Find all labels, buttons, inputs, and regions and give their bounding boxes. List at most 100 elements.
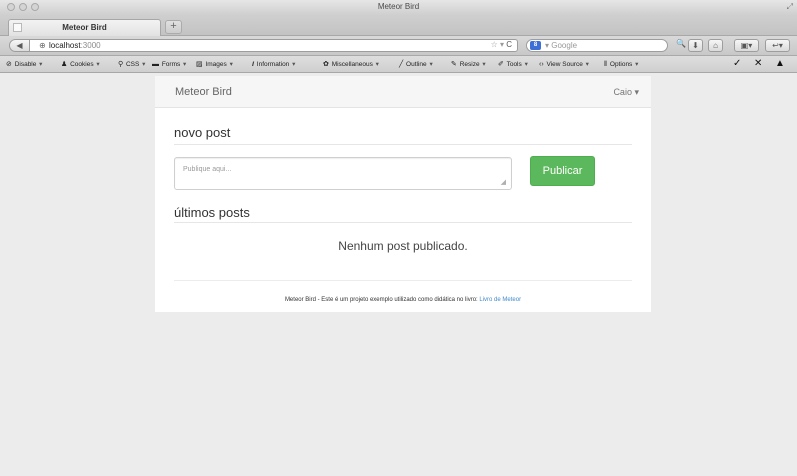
dev-menu-label: View Source xyxy=(546,61,583,68)
search-placeholder: Google xyxy=(551,41,578,50)
dev-menu-label: Options xyxy=(609,61,633,68)
window-title: Meteor Bird xyxy=(377,2,420,11)
gear-icon: ✿ xyxy=(323,61,329,68)
chevron-down-icon: ▾ xyxy=(94,61,100,68)
chevron-down-icon: ▾ xyxy=(480,61,486,68)
fullscreen-icon[interactable]: ⤢ xyxy=(787,2,793,12)
dev-menu-forms[interactable]: ▬ Forms ▾ xyxy=(152,60,186,68)
home-icon: ⌂ xyxy=(713,41,718,50)
dev-menu-information[interactable]: 𝒊 Information ▾ xyxy=(252,60,295,69)
sidebar-icon: ▣▾ xyxy=(740,41,753,50)
post-textarea[interactable]: Publique aqui... ◢ xyxy=(174,157,512,190)
new-post-heading: novo post xyxy=(174,125,231,140)
reload-icon[interactable]: C xyxy=(506,40,512,49)
footer: Meteor Bird - Este é um projeto exemplo … xyxy=(155,297,651,303)
chevron-down-icon: ▾ xyxy=(290,61,296,68)
search-engine-icon[interactable]: 8 xyxy=(530,41,541,50)
dev-menu-resize[interactable]: ✎ Resize ▾ xyxy=(451,60,486,68)
options-icon: ⦀ xyxy=(604,61,608,68)
close-icon[interactable]: ✕ xyxy=(754,58,762,69)
warning-icon[interactable]: ▲ xyxy=(775,58,785,69)
home-button[interactable]: ⌂ xyxy=(708,39,723,52)
chevron-down-icon: ▾ xyxy=(37,61,43,68)
new-tab-button[interactable]: + xyxy=(165,20,182,34)
dev-menu-images[interactable]: ▨ Images ▾ xyxy=(196,60,233,68)
view-source-icon: ‹› xyxy=(539,61,544,68)
dev-menu-css[interactable]: ⚲ CSS ▾ xyxy=(118,60,145,68)
dev-menu-label: Miscellaneous xyxy=(331,61,373,68)
search-input[interactable]: ▾ Google xyxy=(545,41,577,50)
dev-menu-label: Tools xyxy=(506,61,522,68)
empty-posts-message: Nenhum post publicado. xyxy=(338,239,468,253)
tab-meteor-bird[interactable]: Meteor Bird xyxy=(8,19,161,36)
dev-menu-label: Forms xyxy=(161,61,181,68)
back-button[interactable]: ◀ xyxy=(9,39,30,52)
user-menu[interactable]: Caio ▾ xyxy=(613,87,639,98)
window-titlebar: Meteor Bird ⤢ xyxy=(0,0,797,15)
footer-text: Meteor Bird - Este é um projeto exemplo … xyxy=(284,297,480,303)
book-link[interactable]: Livro de Meteor xyxy=(479,297,521,303)
dev-menu-options[interactable]: ⦀ Options ▾ xyxy=(604,60,638,69)
dev-menu-cookies[interactable]: ♟ Cookies ▾ xyxy=(61,60,100,68)
chevron-down-icon: ▾ xyxy=(140,61,146,68)
url-port: :3000 xyxy=(80,41,101,50)
tab-label: Meteor Bird xyxy=(62,23,107,32)
images-icon: ▨ xyxy=(196,61,203,68)
chevron-down-icon: ▾ xyxy=(373,61,379,68)
dev-menu-label: Images xyxy=(205,61,227,68)
information-icon: 𝒊 xyxy=(252,61,254,68)
chevron-down-icon: ▾ xyxy=(181,61,187,68)
disable-icon: ⊘ xyxy=(6,61,12,68)
url-actions: ☆ ▾ C xyxy=(491,40,512,49)
dev-menu-view-source[interactable]: ‹› View Source ▾ xyxy=(539,60,589,68)
sidebar-button[interactable]: ▣▾ xyxy=(734,39,759,52)
dev-menu-label: Outline xyxy=(406,61,427,68)
dev-menu-disable[interactable]: ⊘ Disable ▾ xyxy=(6,60,42,68)
url-text: localhost:3000 xyxy=(49,41,101,50)
dev-menu-label: Cookies xyxy=(70,61,94,68)
page-viewport: Meteor Bird Caio ▾ novo post Publique aq… xyxy=(0,73,797,476)
dev-menu-label: CSS xyxy=(125,61,140,68)
chevron-down-icon: ▾ xyxy=(583,61,589,68)
extension-icon: ↩▾ xyxy=(772,41,783,50)
tab-bar: Meteor Bird + xyxy=(0,15,797,36)
chevron-down-icon: ▾ xyxy=(634,87,639,97)
meteor-bird-app: Meteor Bird Caio ▾ novo post Publique aq… xyxy=(155,76,651,312)
url-host: localhost xyxy=(49,41,81,50)
search-bar[interactable]: 8 ▾ Google xyxy=(526,39,668,52)
resize-icon: ✎ xyxy=(451,61,457,68)
chevron-down-icon: ▾ xyxy=(427,61,433,68)
post-placeholder: Publique aqui... xyxy=(183,166,232,173)
divider xyxy=(174,144,632,145)
forms-icon: ▬ xyxy=(152,61,159,68)
resize-grip-icon[interactable]: ◢ xyxy=(501,178,506,186)
tools-wrench-icon: ✐ xyxy=(498,61,504,68)
latest-posts-heading: últimos posts xyxy=(174,205,250,220)
user-name: Caio xyxy=(613,87,632,97)
search-icon[interactable]: 🔍 xyxy=(676,39,686,48)
url-bar[interactable]: ⊕ localhost:3000 ☆ ▾ C xyxy=(22,39,518,52)
outline-pencil-icon: ╱ xyxy=(399,61,404,68)
dev-menu-label: Information xyxy=(256,61,290,68)
web-developer-toolbar: ⊘ Disable ▾ ♟ Cookies ▾ ⚲ CSS ▾ ▬ Forms … xyxy=(0,56,797,73)
app-navbar: Meteor Bird Caio ▾ xyxy=(155,76,651,108)
divider xyxy=(174,280,632,281)
brand-link[interactable]: Meteor Bird xyxy=(175,86,232,98)
dev-menu-label: Disable xyxy=(14,61,37,68)
extensions-button[interactable]: ↩▾ xyxy=(765,39,790,52)
downloads-button[interactable]: ⬇ xyxy=(688,39,703,52)
css-brush-icon: ⚲ xyxy=(118,61,124,68)
dropdown-history-icon[interactable]: ▾ xyxy=(500,40,504,49)
bookmark-star-icon[interactable]: ☆ xyxy=(491,40,498,49)
dev-menu-outline[interactable]: ╱ Outline ▾ xyxy=(399,60,433,68)
checkmark-icon[interactable]: ✓ xyxy=(733,58,741,69)
dev-menu-tools[interactable]: ✐ Tools ▾ xyxy=(498,60,528,68)
download-icon: ⬇ xyxy=(692,41,699,50)
navigation-bar: ⊕ localhost:3000 ☆ ▾ C ◀ 8 ▾ Google 🔍 ⬇ … xyxy=(0,36,797,56)
site-identity-icon[interactable]: ⊕ xyxy=(39,41,46,50)
chevron-down-icon: ▾ xyxy=(227,61,233,68)
dev-menu-label: Resize xyxy=(459,61,480,68)
dev-menu-miscellaneous[interactable]: ✿ Miscellaneous ▾ xyxy=(323,60,379,68)
publish-button[interactable]: Publicar xyxy=(530,156,595,186)
chevron-down-icon: ▾ xyxy=(633,61,639,68)
